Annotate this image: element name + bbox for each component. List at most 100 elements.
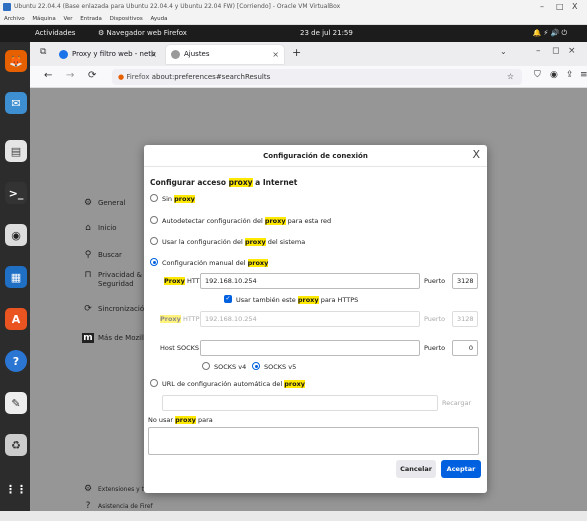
tab-proxy[interactable]: Proxy y filtro web - netb ×: [54, 45, 162, 64]
clock[interactable]: 23 de jul 21:59: [300, 25, 353, 42]
search-icon: ⚲: [84, 250, 92, 260]
sidebar-item-general[interactable]: ⚙ General: [82, 198, 126, 208]
close-window-icon[interactable]: ×: [568, 46, 576, 56]
accept-button[interactable]: Aceptar: [441, 460, 481, 478]
option-autodetect[interactable]: Autodetectar configuración del proxy par…: [150, 216, 331, 225]
sidebar-item-inicio[interactable]: ⌂ Inicio: [82, 223, 116, 233]
socks-v4-option[interactable]: SOCKS v4: [202, 362, 246, 371]
firefox-icon: ●: [118, 73, 125, 81]
also-https-checkbox[interactable]: ✓ Usar también este proxy para HTTPS: [224, 295, 358, 304]
option-system-proxy[interactable]: Usar la configuración del proxy del sist…: [150, 237, 305, 246]
maximize-icon[interactable]: ◻: [552, 46, 559, 56]
sidebar-item-extensiones[interactable]: ⚙ Extensiones y tem: [82, 484, 154, 494]
checkmark-icon[interactable]: ✓: [224, 295, 232, 303]
forward-icon[interactable]: →: [66, 70, 74, 81]
gear-icon: ⚙: [83, 198, 93, 208]
menu-dispositivos[interactable]: Dispositivos: [110, 16, 143, 22]
virtualbox-statusbar: [0, 511, 587, 521]
files-icon[interactable]: ▤: [5, 140, 27, 162]
radio-icon[interactable]: [202, 362, 210, 370]
cancel-button[interactable]: Cancelar: [396, 460, 436, 478]
sidebar-item-asistencia[interactable]: ? Asistencia de Firef: [82, 501, 153, 511]
http-proxy-input[interactable]: 192.168.10.254: [200, 273, 420, 289]
help-icon[interactable]: ?: [5, 350, 27, 372]
show-apps-icon[interactable]: ⋮⋮: [5, 478, 27, 500]
socks-host-label: Host SOCKS: [160, 344, 200, 352]
firefox-icon[interactable]: 🦊: [5, 50, 27, 72]
sidebar-item-sincronizacion[interactable]: ⟳ Sincronización: [82, 304, 148, 314]
dialog-title: Configuración de conexión: [144, 145, 487, 167]
app-menu[interactable]: ⚙ Navegador web Firefox: [98, 25, 187, 42]
activities-button[interactable]: Actividades: [35, 25, 75, 42]
socks-host-input[interactable]: [200, 340, 420, 356]
close-dialog-button[interactable]: X: [472, 148, 480, 161]
no-proxy-label: No usar proxy para: [148, 416, 213, 424]
account-icon[interactable]: ◉: [550, 70, 558, 80]
bookmark-star-icon[interactable]: ☆: [507, 69, 514, 85]
close-tab-icon[interactable]: ×: [272, 45, 279, 64]
radio-selected-icon[interactable]: [150, 258, 158, 266]
gear-icon: [171, 50, 180, 59]
option-auto-url[interactable]: URL de configuración automática del prox…: [150, 379, 306, 388]
dock: 🦊 ✉ ▤ >_ ◉ ▦ A ? ✎ ♻ ⋮⋮: [0, 42, 30, 511]
socks-port-label: Puerto: [424, 344, 446, 352]
http-port-input[interactable]: 3128: [452, 273, 478, 289]
pocket-icon[interactable]: ⛉: [534, 70, 541, 80]
menu-icon[interactable]: ≡: [580, 70, 587, 80]
trash-icon[interactable]: ♻: [5, 434, 27, 456]
radio-icon[interactable]: [150, 379, 158, 387]
tab-favicon-icon: [59, 50, 68, 59]
close-tab-icon[interactable]: ×: [150, 45, 157, 64]
thunderbird-icon[interactable]: ✉: [5, 92, 27, 114]
tab-label: Ajustes: [184, 50, 210, 58]
extensions-icon[interactable]: ⇪: [566, 70, 574, 80]
reload-button[interactable]: Recargar: [442, 395, 471, 411]
tab-label: Proxy y filtro web - netb: [72, 50, 156, 58]
text-editor-icon[interactable]: ✎: [5, 392, 27, 414]
menu-ayuda[interactable]: Ayuda: [150, 16, 167, 22]
sync-icon: ⟳: [84, 304, 92, 314]
new-tab-button[interactable]: +: [292, 46, 301, 59]
radio-icon[interactable]: [150, 216, 158, 224]
sidebar-item-buscar[interactable]: ⚲ Buscar: [82, 250, 122, 260]
menu-ver[interactable]: Ver: [64, 16, 73, 22]
reload-icon[interactable]: ⟳: [88, 70, 96, 81]
socks-v5-option[interactable]: SOCKS v5: [252, 362, 296, 371]
https-proxy-label: Proxy HTTPS: [160, 315, 204, 323]
proxy-heading: Configurar acceso proxy a Internet: [150, 178, 298, 187]
sidebar-item-mas-mozilla[interactable]: m Más de Mozilla: [82, 333, 149, 343]
option-manual-proxy[interactable]: Configuración manual del proxy: [150, 258, 269, 267]
radio-icon[interactable]: [150, 194, 158, 202]
menu-maquina[interactable]: Máquina: [32, 16, 55, 22]
app-name: Navegador web Firefox: [106, 29, 187, 37]
system-tray[interactable]: 🔔 ⚡ 🔊 ⏻: [532, 25, 567, 42]
close-button[interactable]: X: [572, 0, 577, 14]
radio-selected-icon[interactable]: [252, 362, 260, 370]
menu-archivo[interactable]: Archivo: [4, 16, 25, 22]
maximize-button[interactable]: □: [556, 0, 564, 14]
https-port-input[interactable]: 3128: [452, 311, 478, 327]
option-no-proxy[interactable]: Sin proxy: [150, 194, 195, 203]
auto-url-input[interactable]: [162, 395, 438, 411]
url-text: about:preferences#searchResults: [151, 73, 271, 81]
sidebar-item-seguridad[interactable]: Seguridad: [82, 280, 134, 288]
minimize-icon[interactable]: –: [536, 46, 541, 56]
https-proxy-input[interactable]: 192.168.10.254: [200, 311, 420, 327]
radio-icon[interactable]: [150, 237, 158, 245]
no-proxy-textarea[interactable]: [148, 427, 479, 455]
back-icon[interactable]: ←: [44, 70, 52, 81]
tab-list-icon[interactable]: ⧉: [40, 47, 46, 57]
help-icon: ?: [85, 501, 91, 511]
socks-port-input[interactable]: 0: [452, 340, 478, 356]
software-icon[interactable]: A: [5, 308, 27, 330]
disc-icon[interactable]: ◉: [5, 224, 27, 246]
terminal-icon[interactable]: >_: [5, 182, 27, 204]
gnome-top-bar: Actividades ⚙ Navegador web Firefox 23 d…: [0, 25, 587, 42]
menu-entrada[interactable]: Entrada: [80, 16, 102, 22]
url-bar[interactable]: ● Firefox about:preferences#searchResult…: [112, 69, 522, 85]
tab-ajustes[interactable]: Ajustes ×: [166, 45, 284, 64]
minimize-button[interactable]: –: [540, 0, 544, 14]
tab-overflow-icon[interactable]: ⌄: [500, 47, 507, 56]
sidebar-item-privacidad[interactable]: ⊓ Privacidad &: [82, 270, 142, 280]
writer-icon[interactable]: ▦: [5, 266, 27, 288]
